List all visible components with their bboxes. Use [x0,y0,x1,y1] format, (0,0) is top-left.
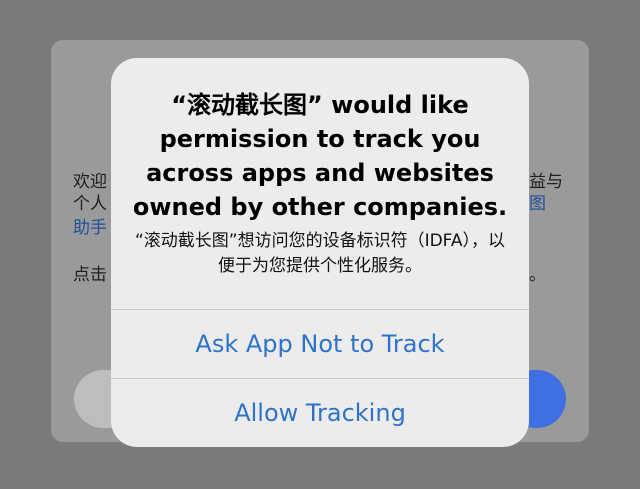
ask-app-not-to-track-button[interactable]: Ask App Not to Track [111,310,529,378]
background-text-line4-right: 。 [529,265,546,285]
background-text-line3-left: 助手 [73,218,107,238]
background-text-line2-left: 个人 [73,194,107,214]
allow-tracking-button[interactable]: Allow Tracking [111,379,529,447]
background-text-line1-left: 欢迎 [73,172,107,192]
background-text-line4-left: 点击 [73,265,107,285]
tracking-permission-alert: “滚动截长图” would like permission to track y… [111,58,529,447]
alert-message: “滚动截长图”想访问您的设备标识符（IDFA），以便于为您提供个性化服务。 [134,231,506,276]
alert-title: “滚动截长图” would like permission to track y… [132,91,508,221]
background-text-line2-right: 图 [529,194,546,214]
background-text-line1-right: 益与 [529,172,563,192]
